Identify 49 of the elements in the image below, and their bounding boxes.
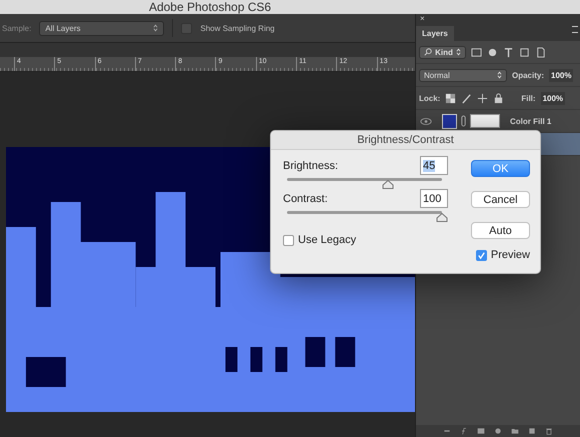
window-title: Adobe Photoshop CS6: [148, 0, 272, 14]
dialog-button[interactable]: Cancel: [471, 191, 530, 208]
brush-icon[interactable]: [461, 92, 472, 104]
lock-label: Lock:: [419, 94, 440, 102]
stepper-icon: [153, 24, 158, 32]
mask-thumbnail: [470, 114, 500, 128]
slider-thumb[interactable]: [436, 213, 448, 222]
checkbox[interactable]: [476, 250, 487, 260]
preview-label: Preview: [490, 249, 530, 261]
layer-name: Color Fill 1: [510, 116, 552, 126]
close-icon[interactable]: ×: [420, 14, 425, 23]
sample-label: Sample:: [2, 24, 32, 33]
new-layer-icon[interactable]: [528, 427, 536, 435]
value-field[interactable]: 100: [420, 189, 448, 208]
stepper-icon: [497, 71, 502, 79]
trash-icon[interactable]: [545, 427, 553, 435]
lock-icon[interactable]: [493, 92, 504, 104]
fx-icon[interactable]: [460, 427, 468, 435]
dialog-title: Brightness/Contrast: [357, 134, 454, 146]
value-field[interactable]: 45: [420, 156, 448, 175]
menu-icon[interactable]: [572, 26, 578, 33]
blend-mode-dropdown[interactable]: Normal: [419, 68, 507, 82]
fill-thumbnail: [442, 114, 457, 128]
adjustment-icon[interactable]: [494, 427, 502, 435]
shape-filter-icon[interactable]: [519, 46, 530, 58]
mask-icon[interactable]: [477, 427, 485, 435]
fill-field[interactable]: 100%: [540, 92, 566, 104]
layers-tab[interactable]: Layers: [416, 26, 454, 41]
dialog-button[interactable]: Auto: [471, 222, 530, 239]
move-icon[interactable]: [477, 92, 488, 104]
opacity-label: Opacity:: [512, 70, 544, 80]
type-filter-icon[interactable]: [503, 46, 514, 58]
checkbox[interactable]: [283, 234, 294, 246]
slider-label: Brightness:: [283, 160, 338, 172]
filter-dropdown[interactable]: Kind: [419, 46, 466, 58]
use-legacy-label: Use Legacy: [298, 234, 356, 246]
opacity-field[interactable]: 100%: [549, 68, 574, 82]
folder-icon[interactable]: [511, 427, 519, 435]
sample-dropdown[interactable]: All Layers: [39, 20, 164, 36]
image-filter-icon[interactable]: [471, 46, 482, 58]
stepper-icon: [456, 48, 461, 56]
circle-filter-icon[interactable]: [487, 46, 498, 58]
fill-label: Fill:: [521, 94, 536, 102]
slider-label: Contrast:: [283, 192, 328, 204]
search-icon: [424, 48, 432, 56]
sampling-ring-label: Show Sampling Ring: [200, 24, 275, 33]
checkerboard-icon[interactable]: [445, 92, 456, 104]
smart-object-filter-icon[interactable]: [535, 46, 546, 58]
eye-icon[interactable]: [420, 116, 432, 126]
